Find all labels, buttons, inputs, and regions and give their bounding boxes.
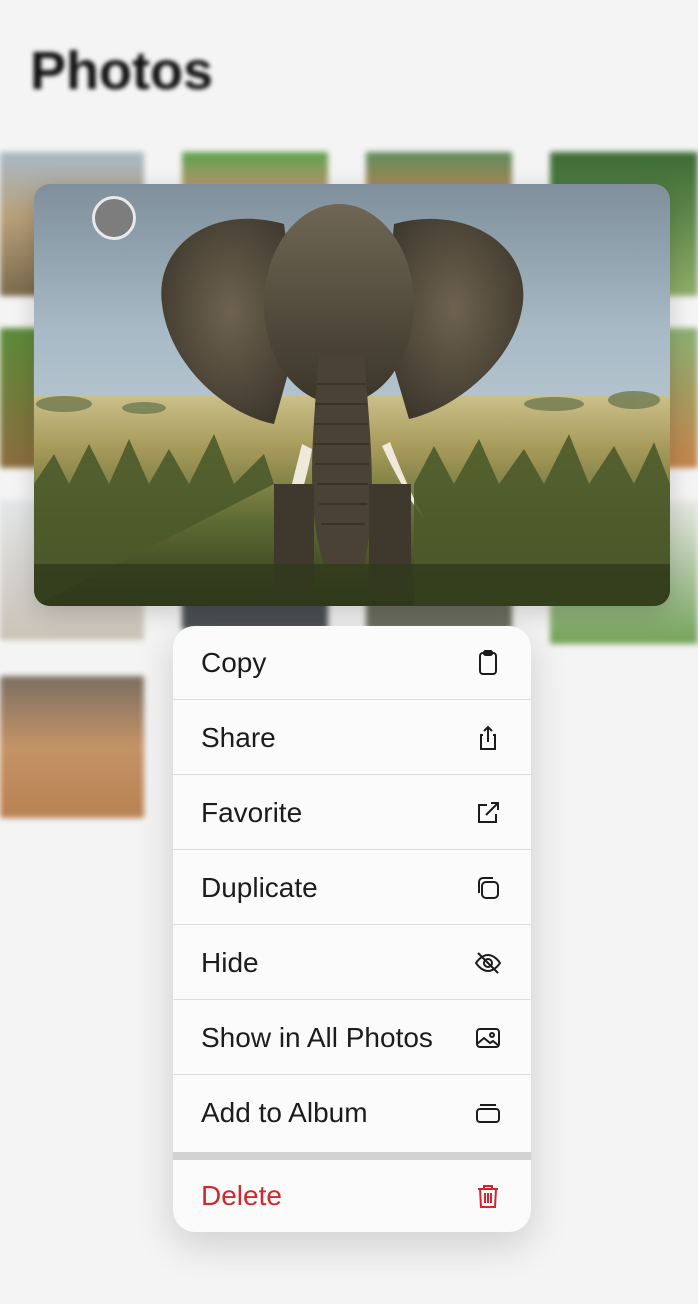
- menu-group-separator: [173, 1152, 531, 1160]
- menu-item-copy[interactable]: Copy: [173, 626, 531, 700]
- context-menu: Copy Share Favorite Duplicate Hide Show …: [173, 626, 531, 1232]
- menu-item-label: Delete: [201, 1180, 282, 1211]
- menu-item-share[interactable]: Share: [173, 701, 531, 775]
- menu-item-label: Add to Album: [201, 1097, 368, 1128]
- menu-item-show-in-all-photos[interactable]: Show in All Photos: [173, 1001, 531, 1075]
- menu-item-label: Hide: [201, 946, 259, 978]
- menu-item-label: Favorite: [201, 796, 303, 828]
- page-title: Photos: [30, 41, 213, 101]
- menu-item-delete[interactable]: Delete: [173, 1160, 531, 1232]
- elephant-photo: [34, 184, 670, 606]
- clipboard-icon: [473, 648, 503, 678]
- menu-item-label: Duplicate: [201, 871, 318, 903]
- open-external-icon: [473, 798, 503, 828]
- menu-item-label: Show in All Photos: [201, 1021, 433, 1053]
- photo-icon: [473, 1023, 503, 1053]
- menu-item-label: Copy: [201, 646, 267, 678]
- photo-thumbnail[interactable]: [0, 328, 38, 468]
- menu-item-add-to-album[interactable]: Add to Album: [173, 1076, 531, 1150]
- selection-circle[interactable]: [92, 196, 136, 240]
- photo-thumbnail[interactable]: [0, 676, 144, 818]
- photo-preview[interactable]: [34, 184, 670, 606]
- album-stack-icon: [473, 1098, 503, 1128]
- menu-item-label: Share: [201, 721, 276, 753]
- menu-item-duplicate[interactable]: Duplicate: [173, 851, 531, 925]
- share-icon: [473, 723, 503, 753]
- eye-slash-icon: [473, 948, 503, 978]
- duplicate-icon: [473, 873, 503, 903]
- menu-item-favorite[interactable]: Favorite: [173, 776, 531, 850]
- trash-icon: [473, 1181, 503, 1211]
- menu-item-hide[interactable]: Hide: [173, 926, 531, 1000]
